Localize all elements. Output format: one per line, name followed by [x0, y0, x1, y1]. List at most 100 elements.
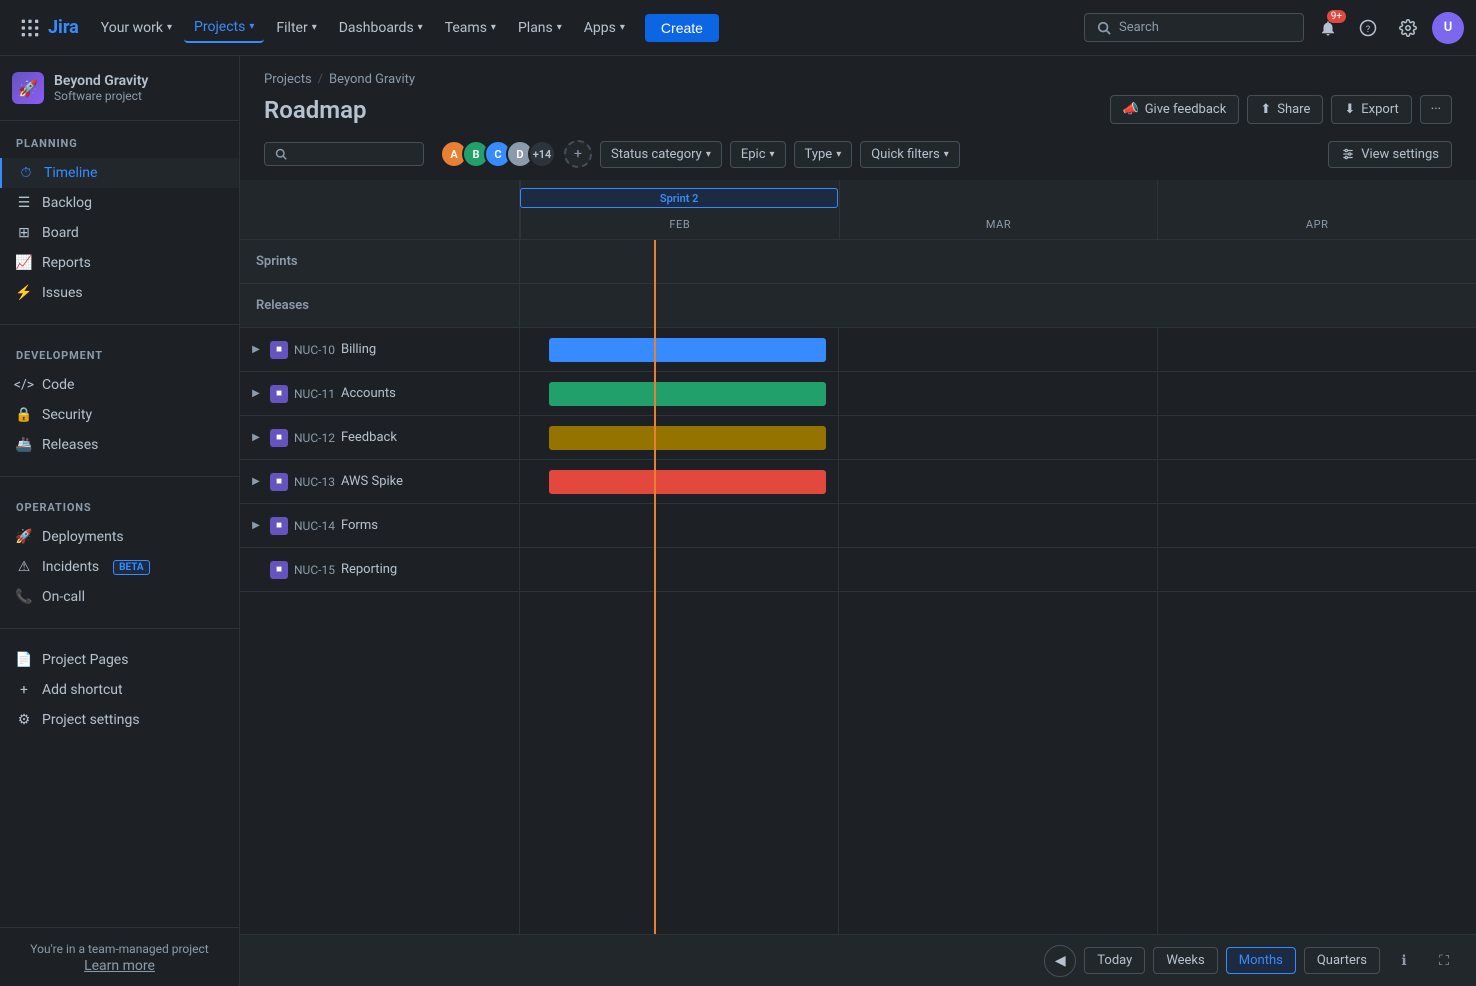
export-button[interactable]: ⬇ Export — [1331, 95, 1411, 124]
sidebar-item-code[interactable]: </> Code — [0, 370, 239, 400]
share-button[interactable]: ⬆ Share — [1247, 95, 1323, 124]
project-header[interactable]: 🚀 Beyond Gravity Software project — [0, 56, 239, 121]
learn-more-link[interactable]: Learn more — [84, 958, 155, 974]
expand-nuc-12[interactable]: ▶ — [248, 430, 264, 446]
sidebar-item-backlog[interactable]: ☰ Backlog — [0, 188, 239, 218]
prev-nav-button[interactable]: ◀ — [1044, 945, 1076, 977]
bar-nuc-10[interactable] — [549, 338, 826, 362]
app-logo[interactable]: Jira — [12, 17, 87, 38]
bar-nuc-13[interactable] — [549, 470, 826, 494]
nav-menu: Your work ▾ Projects ▾ Filter ▾ Dashboar… — [91, 13, 1080, 43]
project-icon: 🚀 — [12, 72, 44, 104]
epic-filter[interactable]: Epic ▾ — [730, 141, 786, 168]
today-line — [654, 240, 656, 934]
sidebar-item-reports[interactable]: 📈 Reports — [0, 248, 239, 278]
today-button[interactable]: Today — [1084, 947, 1145, 974]
nuc-12-label: Feedback — [341, 430, 397, 445]
give-feedback-button[interactable]: 📣 Give feedback — [1110, 95, 1240, 124]
bottom-nav-section: 📄 Project Pages + Add shortcut ⚙ Project… — [0, 637, 239, 743]
quarters-button[interactable]: Quarters — [1304, 947, 1380, 974]
more-button[interactable]: ··· — [1420, 95, 1452, 124]
sidebar-item-issues[interactable]: ⚡ Issues — [0, 278, 239, 308]
create-button[interactable]: Create — [645, 14, 719, 42]
sidebar-item-board[interactable]: ⊞ Board — [0, 218, 239, 248]
apr-label: APR — [1306, 218, 1329, 231]
sidebar-item-timeline[interactable]: ⏱ Timeline — [0, 158, 239, 188]
row-nuc-13[interactable]: ▶ ■ NUC-13 AWS Spike — [240, 460, 519, 504]
sidebar-item-add-shortcut[interactable]: + Add shortcut — [0, 675, 239, 705]
board-icon: ⊞ — [16, 225, 32, 241]
gantt-left-header — [240, 180, 519, 240]
avatar-count[interactable]: +14 — [528, 140, 556, 168]
quick-filters[interactable]: Quick filters ▾ — [860, 141, 960, 168]
bar-row-nuc-12 — [520, 416, 1476, 460]
status-category-filter[interactable]: Status category ▾ — [600, 141, 722, 168]
nav-plans[interactable]: Plans ▾ — [508, 14, 572, 42]
divider-planning — [0, 324, 239, 325]
development-label: DEVELOPMENT — [0, 349, 239, 370]
nuc-15-icon: ■ — [270, 561, 288, 579]
sidebar-item-releases[interactable]: 🚢 Releases — [0, 430, 239, 460]
releases-section-row: Releases — [240, 284, 519, 328]
sidebar-item-oncall-label: On-call — [42, 589, 85, 605]
nav-apps[interactable]: Apps ▾ — [574, 14, 635, 42]
bar-row-nuc-10 — [520, 328, 1476, 372]
months-button[interactable]: Months — [1226, 947, 1296, 974]
bar-row-releases — [520, 284, 1476, 328]
sidebar-item-security-label: Security — [42, 407, 92, 423]
add-person-button[interactable]: + — [564, 140, 592, 168]
nav-filter[interactable]: Filter ▾ — [266, 14, 326, 42]
weeks-button[interactable]: Weeks — [1153, 947, 1217, 974]
expand-nuc-14[interactable]: ▶ — [248, 518, 264, 534]
deployments-icon: 🚀 — [16, 529, 32, 545]
view-settings-button[interactable]: View settings — [1328, 141, 1452, 168]
breadcrumb-projects[interactable]: Projects — [264, 72, 312, 87]
roadmap-search[interactable] — [264, 142, 424, 166]
nav-projects[interactable]: Projects ▾ — [184, 13, 264, 43]
content-area: Projects / Beyond Gravity Roadmap 📣 Give… — [240, 56, 1476, 986]
bar-nuc-11[interactable] — [549, 382, 826, 406]
sidebar-item-incidents[interactable]: ⚠ Incidents BETA — [0, 552, 239, 582]
help-button[interactable]: ? — [1352, 12, 1384, 44]
expand-nuc-11[interactable]: ▶ — [248, 386, 264, 402]
expand-nuc-10[interactable]: ▶ — [248, 342, 264, 358]
bar-nuc-12[interactable] — [549, 426, 826, 450]
breadcrumb-project-name[interactable]: Beyond Gravity — [329, 72, 415, 87]
nav-your-work[interactable]: Your work ▾ — [91, 14, 182, 42]
notification-button[interactable]: 9+ — [1312, 12, 1344, 44]
oncall-icon: 📞 — [16, 589, 32, 605]
row-nuc-11[interactable]: ▶ ■ NUC-11 Accounts — [240, 372, 519, 416]
sidebar-item-project-settings[interactable]: ⚙ Project settings — [0, 705, 239, 735]
sidebar-item-timeline-label: Timeline — [44, 165, 97, 181]
row-nuc-14[interactable]: ▶ ■ NUC-14 Forms — [240, 504, 519, 548]
row-nuc-10[interactable]: ▶ ■ NUC-10 Billing — [240, 328, 519, 372]
roadmap-search-icon — [275, 148, 287, 160]
development-section: DEVELOPMENT </> Code 🔒 Security 🚢 Releas… — [0, 333, 239, 468]
row-nuc-15[interactable]: ■ NUC-15 Reporting — [240, 548, 519, 592]
sidebar-item-oncall[interactable]: 📞 On-call — [0, 582, 239, 612]
sidebar-item-security[interactable]: 🔒 Security — [0, 400, 239, 430]
info-button[interactable]: ℹ — [1388, 945, 1420, 977]
row-nuc-12[interactable]: ▶ ■ NUC-12 Feedback — [240, 416, 519, 460]
fullscreen-button[interactable]: ⛶ — [1428, 945, 1460, 977]
type-filter[interactable]: Type ▾ — [794, 141, 853, 168]
divider-operations — [0, 628, 239, 629]
search-box[interactable]: Search — [1084, 13, 1304, 42]
operations-section: OPERATIONS 🚀 Deployments ⚠ Incidents BET… — [0, 485, 239, 620]
bar-row-sprints — [520, 240, 1476, 284]
sidebar-item-project-pages-label: Project Pages — [42, 652, 128, 668]
sidebar-item-deployments[interactable]: 🚀 Deployments — [0, 522, 239, 552]
expand-nuc-13[interactable]: ▶ — [248, 474, 264, 490]
gantt-right-panel: FEB MAR APR Sprint 2 — [520, 180, 1476, 934]
timeline-icon: ⏱ — [18, 165, 34, 181]
project-info: Beyond Gravity Software project — [54, 73, 148, 103]
type-label: Type — [805, 147, 833, 162]
export-icon: ⬇ — [1344, 102, 1355, 117]
user-avatar[interactable]: U — [1432, 12, 1464, 44]
beta-badge: BETA — [113, 560, 150, 575]
settings-button[interactable] — [1392, 12, 1424, 44]
sidebar-item-releases-label: Releases — [42, 437, 98, 453]
sidebar-item-project-pages[interactable]: 📄 Project Pages — [0, 645, 239, 675]
nav-dashboards[interactable]: Dashboards ▾ — [329, 14, 433, 42]
nav-teams[interactable]: Teams ▾ — [435, 14, 506, 42]
